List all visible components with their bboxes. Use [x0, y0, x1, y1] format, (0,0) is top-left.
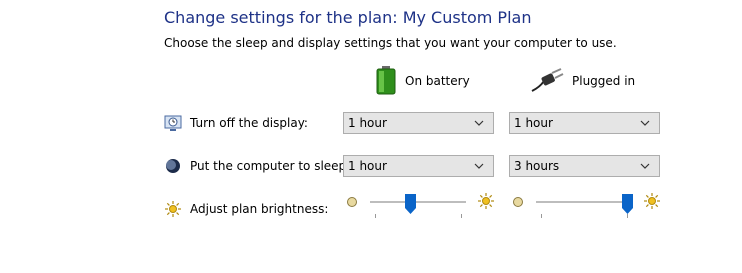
chevron-down-icon	[465, 163, 493, 169]
display-battery-value: 1 hour	[348, 116, 387, 130]
row-text-sleep: Put the computer to sleep:	[190, 159, 351, 173]
sleep-battery-value: 1 hour	[348, 159, 387, 173]
chevron-down-icon	[465, 120, 493, 126]
chevron-down-icon	[631, 163, 659, 169]
slider-thumb[interactable]	[405, 194, 417, 214]
row-text-brightness: Adjust plan brightness:	[190, 202, 329, 216]
row-label-brightness: Adjust plan brightness:	[164, 198, 328, 220]
chevron-down-icon	[631, 120, 659, 126]
brightness-battery-slider[interactable]	[370, 194, 466, 222]
sleep-plugged-value: 3 hours	[514, 159, 560, 173]
bright-sun-icon	[477, 192, 495, 214]
display-plugged-value: 1 hour	[514, 116, 553, 130]
column-label-plugged: Plugged in	[572, 74, 636, 88]
dim-sun-icon	[511, 194, 525, 213]
sleep-battery-select[interactable]: 1 hour	[343, 155, 494, 177]
row-label-display: Turn off the display:	[164, 112, 308, 134]
sleep-plugged-select[interactable]: 3 hours	[509, 155, 660, 177]
slider-tick	[541, 214, 542, 218]
column-header-plugged: Plugged in	[530, 66, 635, 96]
slider-tick	[461, 214, 462, 218]
slider-tick	[375, 214, 376, 218]
slider-track	[536, 201, 632, 203]
column-label-battery: On battery	[405, 74, 470, 88]
display-plugged-select[interactable]: 1 hour	[509, 112, 660, 134]
slider-tick	[627, 214, 628, 218]
brightness-plugged-slider[interactable]	[536, 194, 634, 222]
power-plug-icon	[530, 67, 564, 96]
slider-thumb[interactable]	[622, 194, 634, 214]
sleep-moon-icon	[164, 157, 182, 175]
row-text-display: Turn off the display:	[190, 116, 308, 130]
slider-track	[370, 201, 466, 203]
battery-icon	[375, 65, 397, 98]
page-subtitle: Choose the sleep and display settings th…	[164, 36, 617, 50]
row-label-sleep: Put the computer to sleep:	[164, 155, 350, 177]
brightness-sun-icon	[164, 200, 182, 218]
display-battery-select[interactable]: 1 hour	[343, 112, 494, 134]
dim-sun-icon	[345, 194, 359, 213]
display-clock-icon	[164, 114, 182, 132]
page-title: Change settings for the plan: My Custom …	[164, 8, 532, 27]
bright-sun-icon	[643, 192, 661, 214]
column-header-battery: On battery	[375, 65, 470, 98]
